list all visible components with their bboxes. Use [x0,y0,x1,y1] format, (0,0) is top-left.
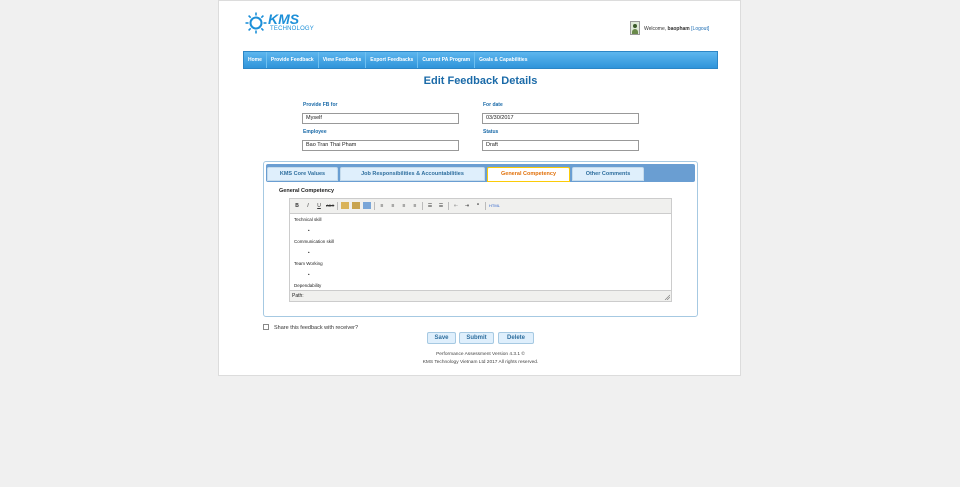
submit-button[interactable]: Submit [459,332,494,344]
tab-other-comments[interactable]: Other Comments [572,167,644,181]
editor-path-bar: Path: [290,290,671,301]
employee-label: Employee [303,129,327,135]
editor-bullet: • [308,272,310,277]
align-justify-icon[interactable]: ≡ [411,202,419,210]
footer-copyright: KMS Technology Vietnam Ltd 2017 All righ… [422,360,539,365]
editor-line: Team Working [294,261,323,266]
welcome-text: Welcome, [644,26,667,32]
kms-logo[interactable]: KMS TECHNOLOGY [245,10,315,36]
logout-link[interactable]: [Logout] [691,26,709,32]
paste-icon[interactable] [341,202,349,209]
status-field[interactable]: Draft [482,140,639,151]
editor-content[interactable]: Technical skill • Communication skill • … [294,217,334,294]
nav-export-feedbacks[interactable]: Export Feedbacks [366,52,419,68]
bold-icon[interactable]: B [293,202,301,210]
strikethrough-icon[interactable]: ABC [326,202,334,210]
editor-line: Technical skill [294,217,322,222]
logo-sub-text: TECHNOLOGY [270,26,315,32]
align-right-icon[interactable]: ≡ [400,202,408,210]
tab-kms-core-values[interactable]: KMS Core Values [267,167,338,181]
avatar [630,21,640,35]
main-nav: Home Provide Feedback View Feedbacks Exp… [243,51,718,69]
nav-goals-capabilities[interactable]: Goals & Capabilities [475,52,531,68]
user-box: Welcome, baopham [Logout] [630,21,716,37]
rich-text-editor[interactable]: B I U ABC ≡ ≡ ≡ ≡ ☰ ☰ ⇤ ⇥ “ HTML Technic… [289,198,672,302]
section-title: General Competency [279,188,335,194]
editor-line: Communication skill [294,239,335,244]
share-label: Share this feedback with receiver? [274,325,359,331]
underline-icon[interactable]: U [315,202,323,210]
editor-toolbar: B I U ABC ≡ ≡ ≡ ≡ ☰ ☰ ⇤ ⇥ “ HTML [290,199,671,214]
tab-job-responsibilities[interactable]: Job Responsibilities & Accountabilities [340,167,485,181]
employee-field[interactable]: Bao Tran Thai Pham [302,140,459,151]
share-checkbox[interactable] [263,324,269,330]
editor-bullet: • [308,250,310,255]
page-title: Edit Feedback Details [423,75,538,87]
status-label: Status [483,129,499,135]
numbered-list-icon[interactable]: ☰ [437,202,445,210]
paste-word-icon[interactable] [363,202,371,209]
nav-home[interactable]: Home [244,52,267,68]
tab-general-competency[interactable]: General Competency [487,167,570,182]
resize-handle-icon[interactable] [664,294,670,300]
outdent-icon[interactable]: ⇤ [452,202,460,210]
feedback-tabs-panel: KMS Core Values Job Responsibilities & A… [263,161,698,317]
footer-version: Performance Assessment Version 4.3.1 © [436,352,525,357]
provide-for-field[interactable]: Myself [302,113,459,124]
paste-text-icon[interactable] [352,202,360,209]
sun-logo-icon [245,12,267,34]
html-source-icon[interactable]: HTML [489,202,500,210]
blockquote-icon[interactable]: “ [474,202,482,210]
user-name: baopham [667,26,690,32]
bullet-list-icon[interactable]: ☰ [426,202,434,210]
delete-button[interactable]: Delete [498,332,534,344]
align-center-icon[interactable]: ≡ [389,202,397,210]
for-date-field[interactable]: 03/30/2017 [482,113,639,124]
nav-provide-feedback[interactable]: Provide Feedback [267,52,319,68]
indent-icon[interactable]: ⇥ [463,202,471,210]
save-button[interactable]: Save [427,332,456,344]
provide-for-label: Provide FB for [303,102,338,108]
editor-bullet: • [308,228,310,233]
page-container: KMS TECHNOLOGY Welcome, baopham [Logout]… [218,0,741,376]
italic-icon[interactable]: I [304,202,312,210]
nav-current-pa-program[interactable]: Current PA Program [418,52,476,68]
for-date-label: For date [483,102,503,108]
tab-bar: KMS Core Values Job Responsibilities & A… [266,164,695,182]
logo-brand-text: KMS [268,11,300,27]
nav-view-feedbacks[interactable]: View Feedbacks [319,52,367,68]
align-left-icon[interactable]: ≡ [378,202,386,210]
